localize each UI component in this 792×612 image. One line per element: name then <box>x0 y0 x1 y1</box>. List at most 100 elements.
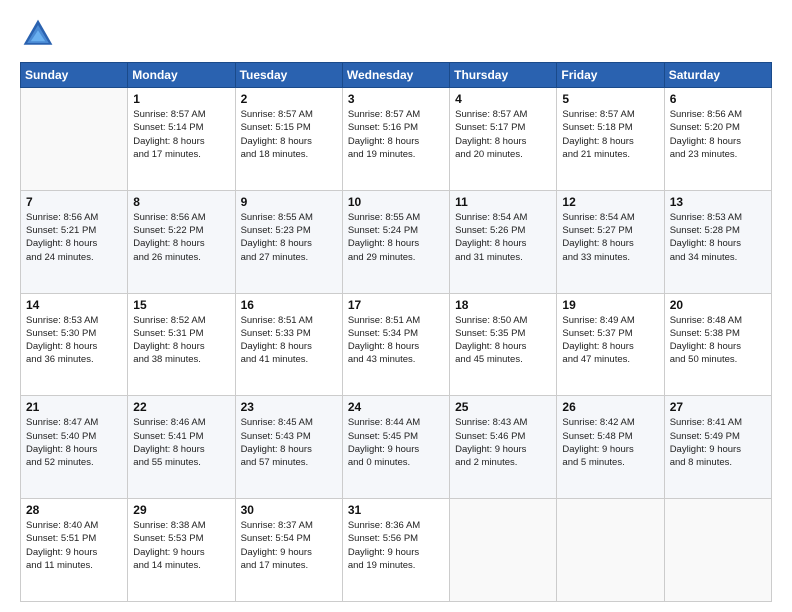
day-info: Sunrise: 8:56 AM Sunset: 5:21 PM Dayligh… <box>26 211 122 264</box>
calendar-week-row: 14 Sunrise: 8:53 AM Sunset: 5:30 PM Dayli… <box>21 293 772 396</box>
calendar-cell: 20 Sunrise: 8:48 AM Sunset: 5:38 PM Dayli… <box>664 293 771 396</box>
day-info: Sunrise: 8:36 AM Sunset: 5:56 PM Dayligh… <box>348 519 444 572</box>
day-info: Sunrise: 8:52 AM Sunset: 5:31 PM Dayligh… <box>133 314 229 367</box>
calendar-cell: 24 Sunrise: 8:44 AM Sunset: 5:45 PM Dayli… <box>342 396 449 499</box>
day-info: Sunrise: 8:48 AM Sunset: 5:38 PM Dayligh… <box>670 314 766 367</box>
day-number: 5 <box>562 92 658 106</box>
calendar-cell: 19Sunrise: 8:49 AM Sunset: 5:37 PM Dayli… <box>557 293 664 396</box>
calendar-cell: 15 Sunrise: 8:52 AM Sunset: 5:31 PM Dayli… <box>128 293 235 396</box>
day-info: Sunrise: 8:57 AM Sunset: 5:15 PM Dayligh… <box>241 108 337 161</box>
header <box>20 16 772 52</box>
day-number: 13 <box>670 195 766 209</box>
calendar-week-row: 21 Sunrise: 8:47 AM Sunset: 5:40 PM Dayli… <box>21 396 772 499</box>
calendar-week-row: 1 Sunrise: 8:57 AM Sunset: 5:14 PM Daylig… <box>21 88 772 191</box>
day-info: Sunrise: 8:49 AM Sunset: 5:37 PM Dayligh… <box>562 314 658 367</box>
day-number: 17 <box>348 298 444 312</box>
day-number: 25 <box>455 400 551 414</box>
day-number: 27 <box>670 400 766 414</box>
logo-icon <box>20 16 56 52</box>
day-info: Sunrise: 8:53 AM Sunset: 5:30 PM Dayligh… <box>26 314 122 367</box>
calendar-cell: 7 Sunrise: 8:56 AM Sunset: 5:21 PM Daylig… <box>21 190 128 293</box>
day-number: 29 <box>133 503 229 517</box>
calendar-weekday-friday: Friday <box>557 63 664 88</box>
day-number: 23 <box>241 400 337 414</box>
day-info: Sunrise: 8:46 AM Sunset: 5:41 PM Dayligh… <box>133 416 229 469</box>
day-number: 10 <box>348 195 444 209</box>
day-info: Sunrise: 8:55 AM Sunset: 5:23 PM Dayligh… <box>241 211 337 264</box>
day-info: Sunrise: 8:37 AM Sunset: 5:54 PM Dayligh… <box>241 519 337 572</box>
day-info: Sunrise: 8:57 AM Sunset: 5:16 PM Dayligh… <box>348 108 444 161</box>
calendar-cell: 14 Sunrise: 8:53 AM Sunset: 5:30 PM Dayli… <box>21 293 128 396</box>
day-info: Sunrise: 8:44 AM Sunset: 5:45 PM Dayligh… <box>348 416 444 469</box>
day-number: 2 <box>241 92 337 106</box>
calendar-cell: 27 Sunrise: 8:41 AM Sunset: 5:49 PM Dayli… <box>664 396 771 499</box>
day-info: Sunrise: 8:57 AM Sunset: 5:17 PM Dayligh… <box>455 108 551 161</box>
calendar-cell: 9 Sunrise: 8:55 AM Sunset: 5:23 PM Daylig… <box>235 190 342 293</box>
calendar-cell: 3 Sunrise: 8:57 AM Sunset: 5:16 PM Daylig… <box>342 88 449 191</box>
day-info: Sunrise: 8:54 AM Sunset: 5:27 PM Dayligh… <box>562 211 658 264</box>
day-info: Sunrise: 8:51 AM Sunset: 5:33 PM Dayligh… <box>241 314 337 367</box>
calendar-cell: 12 Sunrise: 8:54 AM Sunset: 5:27 PM Dayli… <box>557 190 664 293</box>
day-number: 28 <box>26 503 122 517</box>
day-number: 3 <box>348 92 444 106</box>
calendar-cell: 22 Sunrise: 8:46 AM Sunset: 5:41 PM Dayli… <box>128 396 235 499</box>
calendar-cell: 30 Sunrise: 8:37 AM Sunset: 5:54 PM Dayli… <box>235 499 342 602</box>
calendar-cell: 5 Sunrise: 8:57 AM Sunset: 5:18 PM Daylig… <box>557 88 664 191</box>
calendar-table: SundayMondayTuesdayWednesdayThursdayFrid… <box>20 62 772 602</box>
day-number: 14 <box>26 298 122 312</box>
day-info: Sunrise: 8:41 AM Sunset: 5:49 PM Dayligh… <box>670 416 766 469</box>
calendar-cell <box>21 88 128 191</box>
day-info: Sunrise: 8:56 AM Sunset: 5:20 PM Dayligh… <box>670 108 766 161</box>
day-number: 16 <box>241 298 337 312</box>
day-number: 21 <box>26 400 122 414</box>
day-number: 22 <box>133 400 229 414</box>
calendar-week-row: 7 Sunrise: 8:56 AM Sunset: 5:21 PM Daylig… <box>21 190 772 293</box>
calendar-cell: 26 Sunrise: 8:42 AM Sunset: 5:48 PM Dayli… <box>557 396 664 499</box>
day-info: Sunrise: 8:47 AM Sunset: 5:40 PM Dayligh… <box>26 416 122 469</box>
calendar-cell: 1 Sunrise: 8:57 AM Sunset: 5:14 PM Daylig… <box>128 88 235 191</box>
day-number: 6 <box>670 92 766 106</box>
day-number: 18 <box>455 298 551 312</box>
calendar-cell <box>557 499 664 602</box>
day-number: 15 <box>133 298 229 312</box>
day-info: Sunrise: 8:38 AM Sunset: 5:53 PM Dayligh… <box>133 519 229 572</box>
calendar-cell: 8Sunrise: 8:56 AM Sunset: 5:22 PM Daylig… <box>128 190 235 293</box>
day-number: 7 <box>26 195 122 209</box>
day-number: 20 <box>670 298 766 312</box>
calendar-cell: 31 Sunrise: 8:36 AM Sunset: 5:56 PM Dayli… <box>342 499 449 602</box>
calendar-week-row: 28 Sunrise: 8:40 AM Sunset: 5:51 PM Dayli… <box>21 499 772 602</box>
calendar-cell: 23Sunrise: 8:45 AM Sunset: 5:43 PM Dayli… <box>235 396 342 499</box>
day-info: Sunrise: 8:51 AM Sunset: 5:34 PM Dayligh… <box>348 314 444 367</box>
calendar-weekday-thursday: Thursday <box>450 63 557 88</box>
calendar-weekday-tuesday: Tuesday <box>235 63 342 88</box>
day-info: Sunrise: 8:42 AM Sunset: 5:48 PM Dayligh… <box>562 416 658 469</box>
calendar-cell: 13 Sunrise: 8:53 AM Sunset: 5:28 PM Dayli… <box>664 190 771 293</box>
calendar-cell: 28 Sunrise: 8:40 AM Sunset: 5:51 PM Dayli… <box>21 499 128 602</box>
calendar-cell: 21 Sunrise: 8:47 AM Sunset: 5:40 PM Dayli… <box>21 396 128 499</box>
logo <box>20 16 60 52</box>
calendar-cell: 29 Sunrise: 8:38 AM Sunset: 5:53 PM Dayli… <box>128 499 235 602</box>
calendar-cell <box>450 499 557 602</box>
day-info: Sunrise: 8:55 AM Sunset: 5:24 PM Dayligh… <box>348 211 444 264</box>
page: SundayMondayTuesdayWednesdayThursdayFrid… <box>0 0 792 612</box>
day-number: 11 <box>455 195 551 209</box>
day-number: 24 <box>348 400 444 414</box>
day-number: 30 <box>241 503 337 517</box>
calendar-weekday-monday: Monday <box>128 63 235 88</box>
day-number: 9 <box>241 195 337 209</box>
day-number: 31 <box>348 503 444 517</box>
day-info: Sunrise: 8:57 AM Sunset: 5:18 PM Dayligh… <box>562 108 658 161</box>
calendar-cell: 2 Sunrise: 8:57 AM Sunset: 5:15 PM Daylig… <box>235 88 342 191</box>
day-info: Sunrise: 8:57 AM Sunset: 5:14 PM Dayligh… <box>133 108 229 161</box>
day-info: Sunrise: 8:54 AM Sunset: 5:26 PM Dayligh… <box>455 211 551 264</box>
day-number: 12 <box>562 195 658 209</box>
day-info: Sunrise: 8:40 AM Sunset: 5:51 PM Dayligh… <box>26 519 122 572</box>
day-number: 26 <box>562 400 658 414</box>
calendar-cell: 10 Sunrise: 8:55 AM Sunset: 5:24 PM Dayli… <box>342 190 449 293</box>
calendar-weekday-sunday: Sunday <box>21 63 128 88</box>
day-number: 1 <box>133 92 229 106</box>
day-info: Sunrise: 8:53 AM Sunset: 5:28 PM Dayligh… <box>670 211 766 264</box>
calendar-cell: 4Sunrise: 8:57 AM Sunset: 5:17 PM Daylig… <box>450 88 557 191</box>
calendar-cell: 11 Sunrise: 8:54 AM Sunset: 5:26 PM Dayli… <box>450 190 557 293</box>
calendar-weekday-wednesday: Wednesday <box>342 63 449 88</box>
